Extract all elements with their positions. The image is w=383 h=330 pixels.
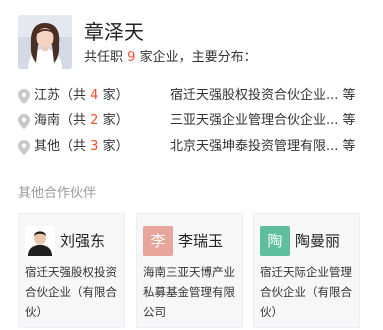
- region-company-link[interactable]: 三亚天强企业管理合伙企业... 等: [170, 111, 356, 131]
- partner-company[interactable]: 宿迁天强股权投资合伙企业（有限合伙）: [25, 262, 121, 322]
- region-count: 3: [90, 139, 99, 154]
- company-count: 9: [127, 50, 136, 65]
- partner-card-liu[interactable]: 刘强东 宿迁天强股权投资合伙企业（有限合伙）: [18, 213, 125, 328]
- region-name: 其他（共: [34, 139, 87, 154]
- summary-suffix: 家企业，主要分布：: [139, 50, 257, 65]
- region-name: 海南（共: [34, 113, 87, 128]
- location-pin-icon: [18, 114, 30, 129]
- region-row-jiangsu: 江苏（共 4 家） 宿迁天强股权投资合伙企业... 等: [18, 86, 378, 106]
- region-unit: 家）: [102, 139, 129, 154]
- location-pin-icon: [18, 89, 30, 104]
- region-label[interactable]: 其他（共 3 家）: [34, 137, 129, 157]
- location-pin-icon: [18, 140, 30, 155]
- partner-company[interactable]: 宿迁天际企业管理合伙企业（有限合伙）: [260, 262, 356, 322]
- region-label[interactable]: 江苏（共 4 家）: [34, 86, 129, 106]
- region-row-hainan: 海南（共 2 家） 三亚天强企业管理合伙企业... 等: [18, 111, 378, 131]
- avatar[interactable]: 陶: [260, 226, 290, 256]
- avatar[interactable]: [25, 226, 55, 256]
- partner-card-tao[interactable]: 陶 陶曼丽 宿迁天际企业管理合伙企业（有限合伙）: [253, 213, 360, 328]
- region-count: 4: [90, 88, 99, 103]
- partner-card-li[interactable]: 李 李瑞玉 海南三亚天博产业私募基金管理有限公司: [136, 213, 243, 328]
- avatar[interactable]: [18, 15, 72, 69]
- region-count: 2: [90, 113, 99, 128]
- company-summary: 共任职 9 家企业，主要分布：: [84, 49, 257, 67]
- region-unit: 家）: [102, 88, 129, 103]
- region-name: 江苏（共: [34, 88, 87, 103]
- partner-name[interactable]: 李瑞玉: [178, 228, 223, 254]
- partner-name[interactable]: 陶曼丽: [295, 228, 340, 254]
- region-label[interactable]: 海南（共 2 家）: [34, 111, 129, 131]
- region-company-link[interactable]: 宿迁天强股权投资合伙企业... 等: [170, 86, 356, 106]
- partners-section-title: 其他合作伙伴: [18, 186, 97, 201]
- summary-prefix: 共任职: [84, 50, 124, 65]
- partner-name[interactable]: 刘强东: [60, 228, 105, 254]
- avatar[interactable]: 李: [143, 226, 173, 256]
- region-row-other: 其他（共 3 家） 北京天强坤泰投资管理有限... 等: [18, 137, 378, 157]
- person-name[interactable]: 章泽天: [84, 20, 144, 44]
- region-company-link[interactable]: 北京天强坤泰投资管理有限... 等: [170, 137, 356, 157]
- region-unit: 家）: [102, 113, 129, 128]
- partner-company[interactable]: 海南三亚天博产业私募基金管理有限公司: [143, 262, 239, 322]
